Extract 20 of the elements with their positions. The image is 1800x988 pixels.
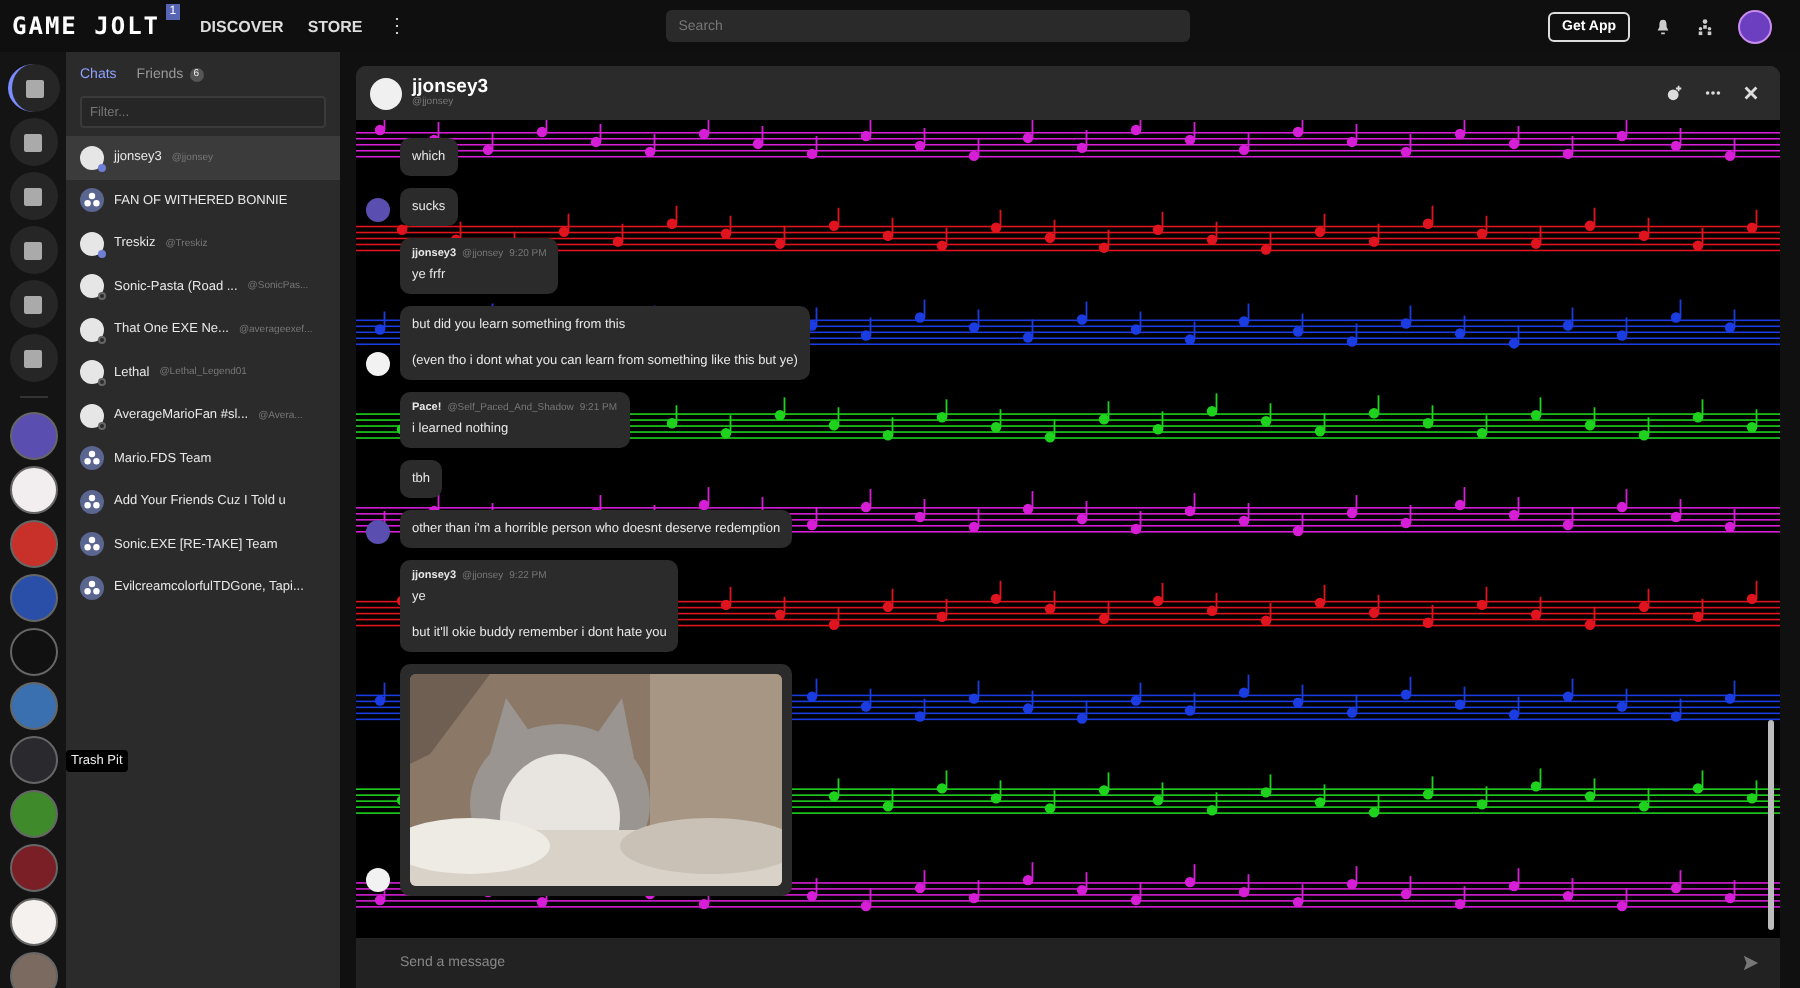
community-avatar[interactable] [9,466,57,514]
scrollbar[interactable] [1768,720,1774,930]
group-icon [80,575,104,600]
more-menu[interactable]: ⋮ [386,14,407,38]
send-icon[interactable] [1742,954,1760,972]
user-avatar [370,77,402,109]
bell-icon[interactable] [1654,17,1672,35]
nav-link[interactable]: DISCOVER [200,17,284,35]
close-icon[interactable] [1742,84,1760,102]
chat-title: jjonsey3 [412,78,489,98]
group-icon [80,446,104,471]
nav-link[interactable]: STORE [307,17,363,35]
group-icon [80,489,104,514]
site-logo[interactable]: GAME JOLT [12,12,161,40]
community-avatar[interactable] [9,898,57,946]
group-icon [80,532,104,557]
add-user-icon[interactable] [1666,84,1684,102]
user-avatar[interactable] [1738,9,1772,43]
people-icon[interactable] [1696,17,1714,35]
group-icon [80,188,104,213]
